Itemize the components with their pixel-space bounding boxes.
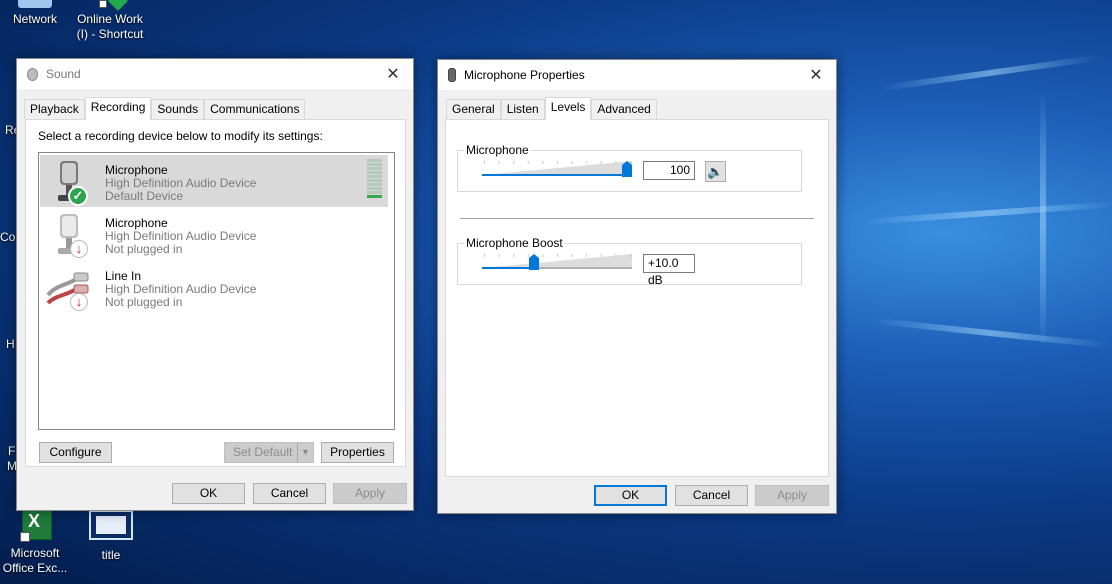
close-icon: ✕ (386, 66, 400, 83)
unplugged-arrow-icon: ↓ (70, 240, 88, 258)
unplugged-arrow-icon: ↓ (70, 293, 88, 311)
microphone-level-label: Microphone (464, 143, 531, 157)
device-driver: High Definition Audio Device (105, 282, 257, 296)
microphone-level-slider[interactable] (482, 159, 632, 177)
microphone-boost-slider[interactable] (482, 252, 632, 270)
mic-props-close-button[interactable]: ✕ (796, 60, 836, 90)
sound-ok-button[interactable]: OK (172, 483, 245, 504)
device-status: Not plugged in (105, 242, 183, 256)
device-item-line-in[interactable]: ↓ Line In High Definition Audio Device N… (40, 261, 388, 313)
desktop-icon-title[interactable]: title (71, 510, 151, 563)
mic-props-tabs: General Listen Levels Advanced (446, 97, 657, 120)
tab-sounds[interactable]: Sounds (151, 99, 205, 119)
network-icon (18, 0, 52, 8)
sound-window-title: Sound (46, 67, 81, 81)
line-in-cable-icon: ↓ (46, 265, 96, 311)
mic-props-title: Microphone Properties (464, 68, 585, 82)
mic-props-titlebar[interactable]: Microphone Properties (438, 60, 836, 90)
microphone-properties-window: Microphone Properties ✕ General Listen L… (437, 59, 837, 514)
mute-toggle-button[interactable]: 🔈 (705, 161, 726, 182)
desktop-icon-online-work-shortcut[interactable]: Online Work (I) - Shortcut (70, 0, 150, 42)
sound-close-button[interactable]: ✕ (373, 59, 413, 89)
slider-fill (482, 174, 627, 176)
device-name: Line In (105, 269, 142, 283)
speaker-icon (27, 67, 38, 81)
device-status: Not plugged in (105, 295, 183, 309)
sound-window: Sound ✕ Playback Recording Sounds Commun… (16, 58, 414, 511)
speaker-volume-icon: 🔈 (707, 163, 724, 179)
desktop-icon-excel[interactable]: X Microsoft Office Exc... (0, 510, 75, 576)
recording-instruction: Select a recording device below to modif… (38, 129, 323, 143)
microphone-boost-label: Microphone Boost (464, 236, 565, 250)
image-file-icon (89, 510, 133, 540)
tab-general[interactable]: General (446, 99, 501, 119)
tab-playback[interactable]: Playback (24, 99, 85, 119)
group-divider (460, 218, 814, 219)
desktop-icon-network[interactable]: Network (0, 0, 75, 27)
excel-icon: X (18, 510, 52, 542)
device-driver: High Definition Audio Device (105, 229, 257, 243)
microphone-icon: ↓ (46, 212, 96, 258)
level-meter (367, 159, 382, 201)
properties-button[interactable]: Properties (321, 442, 394, 463)
default-check-icon: ✓ (68, 186, 88, 206)
device-name: Microphone (105, 216, 168, 230)
device-item-microphone-unplugged[interactable]: ↓ Microphone High Definition Audio Devic… (40, 208, 388, 260)
tab-listen[interactable]: Listen (500, 99, 545, 119)
device-item-microphone-default[interactable]: ✓ Microphone High Definition Audio Devic… (40, 155, 388, 207)
mic-props-cancel-button[interactable]: Cancel (675, 485, 748, 506)
microphone-boost-group: Microphone Boost +10.0 dB (457, 236, 802, 287)
slider-thumb[interactable] (529, 254, 539, 270)
device-list: ✓ Microphone High Definition Audio Devic… (38, 152, 395, 430)
sound-apply-button[interactable]: Apply (333, 483, 407, 504)
tab-communications[interactable]: Communications (204, 99, 306, 119)
slider-fill (482, 267, 534, 269)
levels-panel: Microphone 100 🔈 Microphone Boost +10.0 … (445, 119, 829, 477)
tab-levels[interactable]: Levels (544, 97, 592, 120)
tab-recording[interactable]: Recording (84, 97, 152, 120)
sound-cancel-button[interactable]: Cancel (253, 483, 326, 504)
sound-titlebar[interactable]: Sound (17, 59, 413, 89)
mic-props-ok-button[interactable]: OK (594, 485, 667, 506)
device-status: Default Device (105, 189, 184, 203)
tab-advanced[interactable]: Advanced (591, 99, 657, 119)
microphone-boost-value[interactable]: +10.0 dB (643, 254, 695, 287)
microphone-level-group: Microphone 100 🔈 (457, 143, 802, 192)
set-default-dropdown[interactable]: ▼ (297, 443, 313, 462)
mic-props-apply-button[interactable]: Apply (755, 485, 829, 506)
microphone-icon (448, 68, 456, 82)
close-icon: ✕ (809, 67, 823, 84)
set-default-button[interactable]: Set Default ▼ (224, 442, 314, 463)
microphone-level-value[interactable]: 100 (643, 161, 695, 180)
microphone-icon: ✓ (46, 159, 96, 206)
chevron-down-icon: ▼ (301, 447, 310, 457)
sound-tabs: Playback Recording Sounds Communications (24, 97, 306, 120)
device-driver: High Definition Audio Device (105, 176, 257, 190)
configure-button[interactable]: Configure (39, 442, 112, 463)
recording-panel: Select a recording device below to modif… (25, 119, 406, 467)
shortcut-icon (93, 0, 128, 11)
device-name: Microphone (105, 163, 168, 177)
